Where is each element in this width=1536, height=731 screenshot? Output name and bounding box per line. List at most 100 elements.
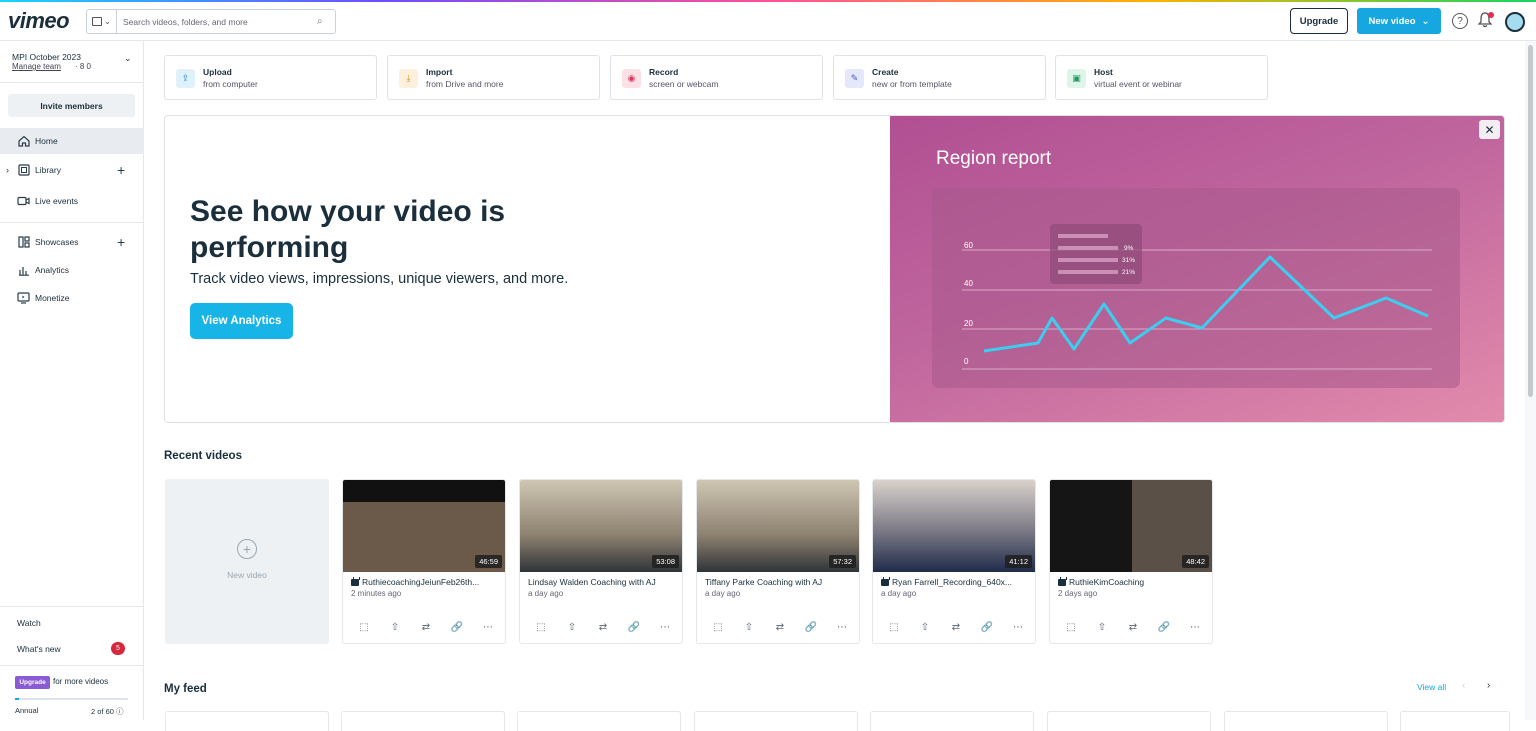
- comment-icon[interactable]: ⬚: [710, 622, 726, 633]
- video-thumbnail[interactable]: 41:12: [873, 480, 1035, 572]
- quick-action-subtitle: virtual event or webinar: [1094, 79, 1182, 89]
- whats-new-link[interactable]: What's new: [17, 644, 61, 654]
- comment-icon[interactable]: ⬚: [1063, 622, 1079, 633]
- video-card[interactable]: 41:12 Ryan Farrell_Recording_640x... a day…: [872, 479, 1036, 644]
- feed-card[interactable]: [694, 711, 858, 731]
- more-icon[interactable]: ⋯: [480, 622, 496, 633]
- record-icon: ◉: [622, 69, 641, 88]
- info-icon[interactable]: ⓘ: [116, 707, 124, 716]
- replace-icon[interactable]: ⇄: [595, 622, 611, 633]
- video-usage-count-text: 2 of 60: [91, 707, 114, 716]
- feed-card[interactable]: [1400, 711, 1510, 731]
- watch-link[interactable]: Watch: [17, 618, 41, 628]
- comment-icon[interactable]: ⬚: [886, 622, 902, 633]
- manage-team-link[interactable]: Manage team: [12, 62, 61, 71]
- chevron-left-icon[interactable]: ‹: [1462, 680, 1465, 691]
- upgrade-hint-text: for more videos: [53, 677, 109, 686]
- video-card[interactable]: 57:32 Tiffany Parke Coaching with AJ a day…: [696, 479, 860, 644]
- link-icon[interactable]: 🔗: [979, 622, 995, 633]
- video-title[interactable]: Tiffany Parke Coaching with AJ: [705, 577, 855, 587]
- sidebar-item-label: Library: [35, 165, 61, 175]
- link-icon[interactable]: 🔗: [803, 622, 819, 633]
- video-title-text: RuthieKimCoaching: [1069, 577, 1145, 587]
- feed-card[interactable]: [1224, 711, 1388, 731]
- feed-card[interactable]: [165, 711, 329, 731]
- video-title[interactable]: Ryan Farrell_Recording_640x...: [881, 577, 1031, 587]
- comment-icon[interactable]: ⬚: [356, 622, 372, 633]
- video-card[interactable]: 46:59 RuthiecoachingJeiunFeb26th... 2 minu…: [342, 479, 506, 644]
- feed-card[interactable]: [1047, 711, 1211, 731]
- video-title[interactable]: RuthieKimCoaching: [1058, 577, 1208, 587]
- video-card[interactable]: 53:08 Lindsay Walden Coaching with AJ a da…: [519, 479, 683, 644]
- import-icon: ⤓: [399, 69, 418, 88]
- more-icon[interactable]: ⋯: [1187, 622, 1203, 633]
- comment-icon[interactable]: ⬚: [533, 622, 549, 633]
- quick-action-import[interactable]: ⤓ Import from Drive and more: [387, 55, 600, 100]
- share-icon[interactable]: ⇧: [387, 622, 403, 633]
- view-analytics-button[interactable]: View Analytics: [190, 303, 293, 339]
- sidebar-item-analytics[interactable]: Analytics: [0, 257, 144, 283]
- add-showcase-plus-icon[interactable]: +: [117, 234, 125, 250]
- link-icon[interactable]: 🔗: [626, 622, 642, 633]
- quick-action-create[interactable]: ✎ Create new or from template: [833, 55, 1046, 100]
- invite-members-button[interactable]: Invite members: [8, 94, 135, 117]
- notifications-bell-icon[interactable]: [1477, 12, 1494, 30]
- share-icon[interactable]: ⇧: [741, 622, 757, 633]
- share-icon[interactable]: ⇧: [1094, 622, 1110, 633]
- upgrade-tag-button[interactable]: Upgrade: [15, 676, 50, 689]
- tooltip-value: 31%: [1122, 257, 1135, 264]
- more-icon[interactable]: ⋯: [834, 622, 850, 633]
- team-name[interactable]: MPI October 2023: [12, 52, 81, 62]
- close-icon[interactable]: ✕: [1479, 120, 1500, 139]
- quick-action-upload[interactable]: ⇪ Upload from computer: [164, 55, 377, 100]
- search-input[interactable]: Search videos, folders, and more: [117, 17, 317, 27]
- link-icon[interactable]: 🔗: [1156, 622, 1172, 633]
- plus-circle-icon: +: [237, 539, 257, 559]
- user-avatar[interactable]: [1505, 12, 1525, 32]
- link-icon[interactable]: 🔗: [449, 622, 465, 633]
- video-title[interactable]: RuthiecoachingJeiunFeb26th...: [351, 577, 501, 587]
- create-icon: ✎: [845, 69, 864, 88]
- sidebar-item-live-events[interactable]: Live events: [0, 188, 144, 214]
- search-icon[interactable]: ⌕: [317, 16, 335, 27]
- video-title[interactable]: Lindsay Walden Coaching with AJ: [528, 577, 678, 587]
- feed-card[interactable]: [517, 711, 681, 731]
- video-thumbnail[interactable]: 46:59: [343, 480, 505, 572]
- page-scrollbar[interactable]: [1525, 41, 1536, 720]
- sidebar-item-showcases[interactable]: Showcases +: [0, 229, 144, 255]
- my-feed-heading: My feed: [164, 683, 207, 695]
- more-icon[interactable]: ⋯: [1010, 622, 1026, 633]
- sidebar-item-library[interactable]: › Library +: [0, 157, 144, 183]
- feed-card[interactable]: [870, 711, 1034, 731]
- video-thumbnail[interactable]: 48:42: [1050, 480, 1212, 572]
- quick-action-record[interactable]: ◉ Record screen or webcam: [610, 55, 823, 100]
- new-video-button[interactable]: New video ⌄: [1357, 8, 1441, 34]
- search-filter-dropdown[interactable]: ⌄: [87, 10, 117, 33]
- video-thumbnail[interactable]: 57:32: [697, 480, 859, 572]
- search-box[interactable]: ⌄ Search videos, folders, and more ⌕: [86, 9, 336, 34]
- sidebar-item-monetize[interactable]: Monetize: [0, 285, 144, 311]
- upgrade-button[interactable]: Upgrade: [1290, 8, 1348, 34]
- replace-icon[interactable]: ⇄: [1125, 622, 1141, 633]
- more-icon[interactable]: ⋯: [657, 622, 673, 633]
- share-icon[interactable]: ⇧: [917, 622, 933, 633]
- video-thumbnail[interactable]: 53:08: [520, 480, 682, 572]
- feed-card[interactable]: [341, 711, 505, 731]
- scrollbar-thumb[interactable]: [1528, 45, 1533, 397]
- replace-icon[interactable]: ⇄: [772, 622, 788, 633]
- tick-label: 60: [964, 241, 973, 250]
- view-all-link[interactable]: View all: [1417, 682, 1446, 692]
- team-switcher-chevron-icon[interactable]: ⌄: [124, 53, 132, 64]
- video-card[interactable]: 48:42 RuthieKimCoaching 2 days ago ⬚ ⇧ ⇄ 🔗 ⋯: [1049, 479, 1213, 644]
- add-folder-plus-icon[interactable]: +: [117, 162, 125, 178]
- help-icon[interactable]: ?: [1452, 13, 1468, 29]
- chevron-right-icon[interactable]: ›: [6, 165, 9, 175]
- chevron-right-icon[interactable]: ›: [1487, 680, 1490, 691]
- quick-action-host[interactable]: ▣ Host virtual event or webinar: [1055, 55, 1268, 100]
- replace-icon[interactable]: ⇄: [948, 622, 964, 633]
- sidebar-item-home[interactable]: Home: [0, 128, 144, 154]
- new-video-card[interactable]: + New video: [165, 479, 329, 644]
- vimeo-logo[interactable]: vimeo: [8, 8, 70, 34]
- share-icon[interactable]: ⇧: [564, 622, 580, 633]
- replace-icon[interactable]: ⇄: [418, 622, 434, 633]
